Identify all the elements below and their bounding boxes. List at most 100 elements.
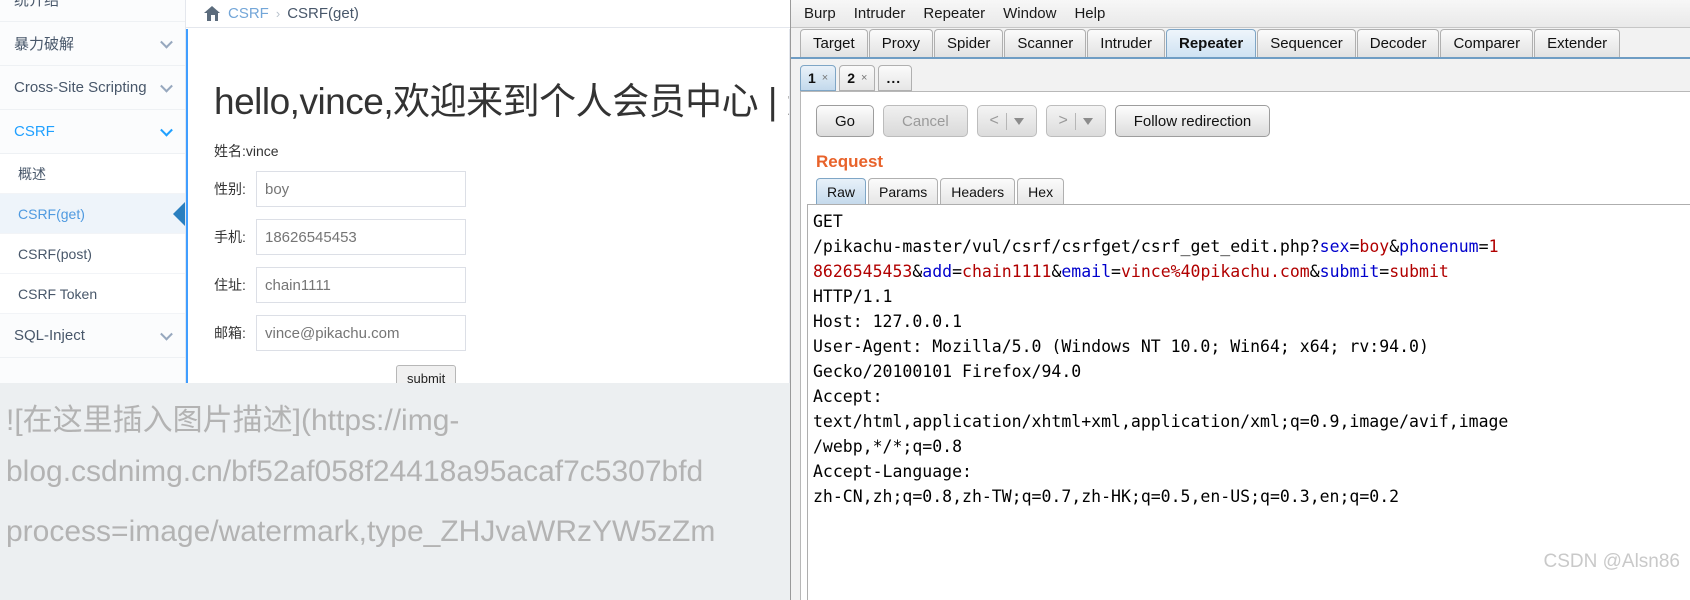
repeater-toolbar: Go Cancel < > Follow redirection — [816, 105, 1271, 137]
sidebar-item-label: 统介绍 — [14, 0, 60, 9]
tab-target[interactable]: Target — [800, 29, 868, 57]
field-row-email: 邮箱: — [214, 315, 466, 351]
sidebar-item-label: Cross-Site Scripting — [14, 79, 147, 96]
watermark-line: process=image/watermark,type_ZHJvaWRzYW5… — [6, 515, 716, 548]
sidebar-item-xss[interactable]: Cross-Site Scripting — [0, 66, 185, 110]
tab-spider[interactable]: Spider — [934, 29, 1004, 57]
field-label-phone: 手机: — [214, 229, 246, 245]
chevron-down-icon — [160, 123, 173, 137]
repeater-panel: Go Cancel < > Follow redirection Request… — [800, 91, 1690, 600]
chevron-down-icon — [160, 79, 173, 93]
field-label-address: 住址: — [214, 277, 246, 293]
raw-request-editor[interactable]: GET/pikachu-master/vul/csrf/csrfget/csrf… — [807, 204, 1690, 600]
sidebar-subitem-label: CSRF(get) — [18, 205, 85, 222]
tab-extender[interactable]: Extender — [1534, 29, 1621, 57]
raw-token: chain1111 — [962, 262, 1052, 281]
raw-token: User-Agent: Mozilla/5.0 (Windows NT 10.0… — [813, 337, 1429, 356]
raw-token: submit — [1319, 262, 1380, 281]
raw-request-line: Host: 127.0.0.1 — [813, 309, 1690, 334]
tab-raw[interactable]: Raw — [816, 178, 867, 204]
breadcrumb-parent-link[interactable]: CSRF — [228, 5, 269, 22]
chevron-down-icon — [160, 327, 173, 341]
field-row-address: 住址: — [214, 267, 466, 303]
chevron-down-icon — [1013, 117, 1024, 125]
field-label-email: 邮箱: — [214, 325, 246, 341]
raw-request-line: Accept: — [813, 384, 1690, 409]
message-view-tabs: Raw Params Headers Hex — [816, 178, 1066, 204]
home-icon[interactable] — [204, 6, 221, 21]
cancel-button[interactable]: Cancel — [883, 105, 968, 137]
watermark-line: blog.csdnimg.cn/bf52af058f24418a95acaf7c… — [6, 455, 704, 488]
tab-intruder[interactable]: Intruder — [1087, 29, 1165, 57]
burp-suite-window: Burp Intruder Repeater Window Help Targe… — [790, 0, 1690, 600]
tab-comparer[interactable]: Comparer — [1440, 29, 1534, 57]
sidebar-subitem-label: 概述 — [18, 165, 46, 182]
burp-main-tabs: Target Proxy Spider Scanner Intruder Rep… — [791, 29, 1690, 59]
raw-request-line: 8626545453&add=chain1111&email=vince%40p… — [813, 259, 1690, 284]
field-label-sex: 性别: — [214, 181, 246, 197]
markdown-watermark-block: ![在这里插入图片描述](https://img- blog.csdnimg.c… — [0, 383, 790, 600]
raw-token: HTTP/1.1 — [813, 287, 893, 306]
close-icon[interactable]: × — [822, 72, 828, 84]
divider — [1074, 112, 1076, 130]
follow-redirection-button[interactable]: Follow redirection — [1114, 105, 1271, 137]
raw-token: /webp,*/*;q=0.8 — [813, 437, 963, 456]
panel-accent-bar — [186, 29, 188, 383]
close-icon[interactable]: × — [861, 72, 867, 84]
go-button[interactable]: Go — [816, 105, 875, 137]
sidebar-item-csrf[interactable]: CSRF — [0, 110, 185, 154]
menu-burp[interactable]: Burp — [802, 3, 838, 24]
next-request-button[interactable]: > — [1045, 105, 1106, 137]
raw-token: 1 — [1488, 237, 1499, 256]
email-input[interactable] — [256, 315, 466, 351]
raw-token: boy — [1359, 237, 1390, 256]
raw-token: & — [1309, 262, 1320, 281]
active-pointer-icon — [173, 200, 185, 227]
phone-input[interactable] — [256, 219, 466, 255]
divider — [1005, 112, 1007, 130]
raw-token: zh-CN,zh;q=0.8,zh-TW;q=0.7,zh-HK;q=0.5,e… — [813, 487, 1400, 506]
raw-token: add — [922, 262, 953, 281]
chevron-down-icon — [160, 35, 173, 49]
tab-headers[interactable]: Headers — [940, 178, 1016, 204]
tab-sequencer[interactable]: Sequencer — [1257, 29, 1356, 57]
repeater-tab-more[interactable]: ... — [878, 65, 913, 91]
menu-help[interactable]: Help — [1072, 3, 1107, 24]
raw-request-line: GET — [813, 209, 1690, 234]
field-row-sex: 性别: — [214, 171, 466, 207]
submit-button[interactable]: submit — [396, 365, 457, 383]
raw-token: email — [1061, 262, 1112, 281]
sidebar-nav: 统介绍 暴力破解 Cross-Site Scripting CSRF 概述 CS… — [0, 0, 186, 383]
sidebar-item-overview[interactable]: 统介绍 — [0, 0, 185, 22]
chevron-down-icon — [1082, 117, 1093, 125]
tab-scanner[interactable]: Scanner — [1004, 29, 1087, 57]
prev-request-button[interactable]: < — [976, 105, 1037, 137]
menu-intruder[interactable]: Intruder — [852, 3, 908, 24]
sex-input[interactable] — [256, 171, 466, 207]
raw-token: 8626545453 — [813, 262, 913, 281]
raw-token: & — [912, 262, 923, 281]
raw-token: /pikachu-master/vul/csrf/csrfget/csrf_ge… — [813, 237, 1320, 256]
repeater-tab-2[interactable]: 2 × — [839, 65, 876, 91]
tab-repeater[interactable]: Repeater — [1165, 29, 1257, 57]
sidebar-item-label: 暴力破解 — [14, 36, 75, 53]
raw-token: = — [1111, 262, 1121, 281]
member-center-panel: hello,vince,欢迎来到个人会员中心 | 退 姓名:vince 性别: … — [186, 29, 790, 383]
sidebar-subitem-gaishu[interactable]: 概述 — [0, 154, 185, 194]
tab-params[interactable]: Params — [868, 178, 939, 204]
tab-proxy[interactable]: Proxy — [868, 29, 934, 57]
sidebar-subitem-csrf-post[interactable]: CSRF(post) — [0, 234, 185, 274]
menu-repeater[interactable]: Repeater — [921, 3, 987, 24]
menu-window[interactable]: Window — [1001, 3, 1058, 24]
sidebar-item-brute-force[interactable]: 暴力破解 — [0, 22, 185, 66]
raw-token: & — [1389, 237, 1400, 256]
sidebar-item-sql-inject[interactable]: SQL-Inject — [0, 314, 185, 358]
tab-hex[interactable]: Hex — [1017, 178, 1065, 204]
tab-decoder[interactable]: Decoder — [1356, 29, 1440, 57]
sidebar-subitem-csrf-get[interactable]: CSRF(get) — [0, 194, 185, 234]
raw-token: Host: 127.0.0.1 — [813, 312, 963, 331]
address-input[interactable] — [256, 267, 466, 303]
repeater-tab-1[interactable]: 1 × — [800, 65, 837, 91]
sidebar-subitem-csrf-token[interactable]: CSRF Token — [0, 274, 185, 314]
raw-token: Gecko/20100101 Firefox/94.0 — [813, 362, 1082, 381]
